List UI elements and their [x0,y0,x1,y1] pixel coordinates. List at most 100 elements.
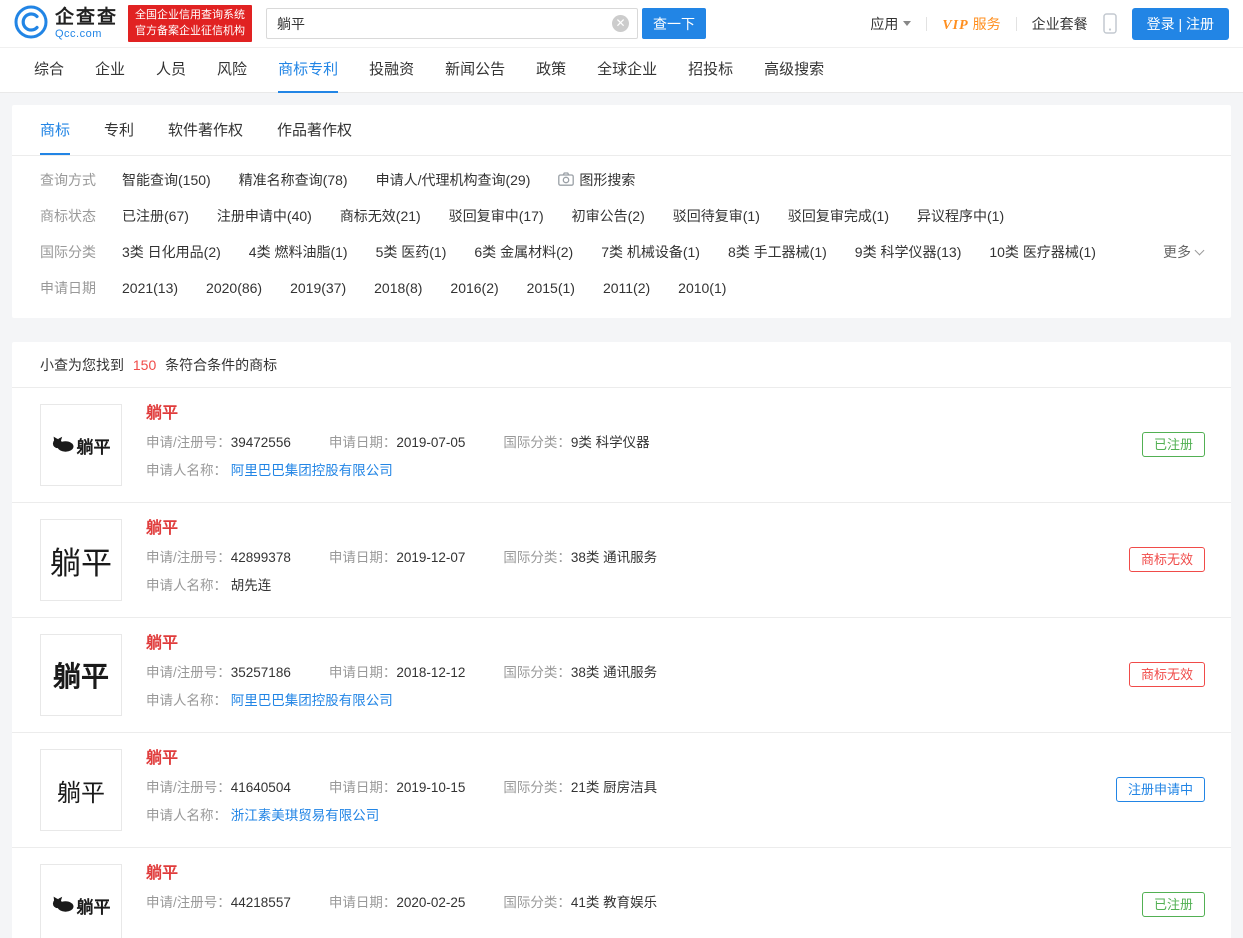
nav-item-trademark-patent[interactable]: 商标专利 [278,48,339,93]
camera-icon [558,171,575,189]
trademark-image[interactable]: 躺平 [40,864,122,938]
applicant-label: 申请人名称： [146,578,227,593]
top-header: 企查查 Qcc.com 全国企业信用查询系统 官方备案企业征信机构 ✕ 查一下 … [0,0,1243,48]
trademark-name-link[interactable]: 躺平 [146,520,657,538]
applicant-line: 申请人名称： 阿里巴巴集团控股有限公司 [146,463,650,479]
apply-date-label: 申请日期： [328,665,397,680]
filter-option[interactable]: 2019(37) [290,280,346,296]
image-search-label: 图形搜索 [579,172,636,188]
divider [1015,16,1017,31]
filter-option[interactable]: 2016(2) [450,280,498,296]
image-search-option[interactable]: 图形搜索 [558,170,635,190]
clear-search-icon[interactable]: ✕ [612,15,630,32]
intl-class-value: 38类 通讯服务 [570,665,658,680]
filter-option[interactable]: 精准名称查询(78) [239,170,348,190]
trademark-image[interactable]: 躺平 [40,634,122,716]
login-register-button[interactable]: 登录 | 注册 [1131,7,1229,40]
reg-no-label: 申请/注册号： [146,550,231,565]
applicant-name: 胡先连 [230,578,272,593]
filter-option[interactable]: 2021(13) [122,280,178,296]
nav-item-enterprise[interactable]: 企业 [95,48,125,93]
filter-option[interactable]: 智能查询(150) [122,170,211,190]
apply-date-value: 2020-02-25 [396,895,466,910]
applicant-label: 申请人名称： [146,693,227,708]
results-card: 小查为您找到 150 条符合条件的商标 躺平 躺平 申请/注册号：3947255… [12,342,1231,938]
search-button[interactable]: 查一下 [642,8,707,39]
applicant-link[interactable]: 阿里巴巴集团控股有限公司 [231,463,393,478]
filter-option[interactable]: 9类 科学仪器(13) [855,242,962,262]
more-classes-link[interactable]: 更多 [1163,242,1205,262]
filter-option[interactable]: 2015(1) [527,280,575,296]
filter-option[interactable]: 2018(8) [374,280,422,296]
trademark-name-link[interactable]: 躺平 [146,865,657,883]
filter-option[interactable]: 8类 手工器械(1) [728,242,827,262]
filter-option[interactable]: 已注册(67) [122,206,189,226]
tab-patent[interactable]: 专利 [104,105,134,155]
filter-option[interactable]: 驳回复审中(17) [449,206,544,226]
filter-option[interactable]: 5类 医药(1) [376,242,447,262]
filter-option[interactable]: 10类 医疗器械(1) [989,242,1096,262]
tab-trademark[interactable]: 商标 [40,105,71,155]
applicant-line: 申请人名称： 浙江素美琪贸易有限公司 [146,808,657,824]
trademark-name-link[interactable]: 躺平 [146,635,657,653]
filter-option[interactable]: 2010(1) [678,280,726,296]
filter-option[interactable]: 商标无效(21) [340,206,421,226]
tab-work-copyright[interactable]: 作品著作权 [277,105,352,155]
filter-option[interactable]: 驳回待复审(1) [673,206,760,226]
nav-item-investment-financing[interactable]: 投融资 [369,48,414,93]
filter-option[interactable]: 初审公告(2) [572,206,645,226]
nav-item-global-enterprise[interactable]: 全球企业 [597,48,657,93]
cat-icon [52,895,74,915]
filter-option[interactable]: 注册申请中(40) [217,206,312,226]
enterprise-package-link[interactable]: 企业套餐 [1032,14,1088,34]
reg-no-label: 申请/注册号： [146,895,231,910]
certification-badge-line2: 官方备案企业征信机构 [135,24,246,37]
nav-item-news-announcement[interactable]: 新闻公告 [445,48,505,93]
qcc-logo[interactable]: 企查查 Qcc.com [14,5,118,42]
trademark-image-text: 躺平 [52,661,109,692]
nav-item-advanced-search[interactable]: 高级搜索 [764,48,824,93]
filter-label: 查询方式 [40,172,96,188]
trademark-image[interactable]: 躺平 [40,749,122,831]
chevron-down-icon [1194,245,1205,255]
nav-item-tender-bidding[interactable]: 招投标 [688,48,733,93]
filter-option[interactable]: 驳回复审完成(1) [788,206,889,226]
filter-option[interactable]: 异议程序中(1) [917,206,1004,226]
filter-option[interactable]: 7类 机械设备(1) [601,242,700,262]
applicant-link[interactable]: 浙江素美琪贸易有限公司 [231,808,380,823]
search-input[interactable] [266,8,639,39]
applicant-label: 申请人名称： [146,463,227,478]
intl-class-label: 国际分类： [503,665,571,680]
nav-item-personnel[interactable]: 人员 [156,48,186,93]
nav-item-risk[interactable]: 风险 [217,48,247,93]
filter-label: 商标状态 [40,208,96,224]
applicant-link[interactable]: 阿里巴巴集团控股有限公司 [231,693,393,708]
mobile-app-icon[interactable] [1102,13,1117,34]
trademark-fields: 申请/注册号：42899378 申请日期：2019-12-07 国际分类：38类… [146,550,657,566]
filter-option[interactable]: 3类 日化用品(2) [122,242,221,262]
trademark-result-item: 躺平 躺平 申请/注册号：39472556 申请日期：2019-07-05 国际… [12,388,1231,503]
filter-option[interactable]: 4类 燃料油脂(1) [249,242,348,262]
divider [926,16,928,31]
status-badge: 已注册 [1141,432,1205,457]
trademark-fields: 申请/注册号：39472556 申请日期：2019-07-05 国际分类：9类 … [146,435,650,451]
nav-item-policy[interactable]: 政策 [536,48,566,93]
main-nav: 综合 企业 人员 风险 商标专利 投融资 新闻公告 政策 全球企业 招投标 高级… [0,48,1243,93]
tab-software-copyright[interactable]: 软件著作权 [168,105,243,155]
vip-service-link[interactable]: VIP 服务 [942,14,1000,34]
filter-option[interactable]: 6类 金属材料(2) [474,242,573,262]
trademark-result-item: 躺平 躺平 申请/注册号：42899378 申请日期：2019-12-07 国际… [12,503,1231,618]
filter-label: 国际分类 [40,244,96,260]
intl-class-value: 21类 厨房洁具 [570,780,658,795]
trademark-result-item: 躺平 躺平 申请/注册号：41640504 申请日期：2019-10-15 国际… [12,733,1231,848]
nav-item-general[interactable]: 综合 [34,48,64,93]
app-menu[interactable]: 应用 [870,14,912,34]
trademark-image[interactable]: 躺平 [40,404,122,486]
filter-option[interactable]: 申请人/代理机构查询(29) [376,170,531,190]
filter-option[interactable]: 2020(86) [206,280,262,296]
trademark-name-link[interactable]: 躺平 [146,405,650,423]
trademark-name-link[interactable]: 躺平 [146,750,657,768]
trademark-image[interactable]: 躺平 [40,519,122,601]
filter-option[interactable]: 2011(2) [603,280,650,296]
summary-suffix: 条符合条件的商标 [165,357,278,373]
